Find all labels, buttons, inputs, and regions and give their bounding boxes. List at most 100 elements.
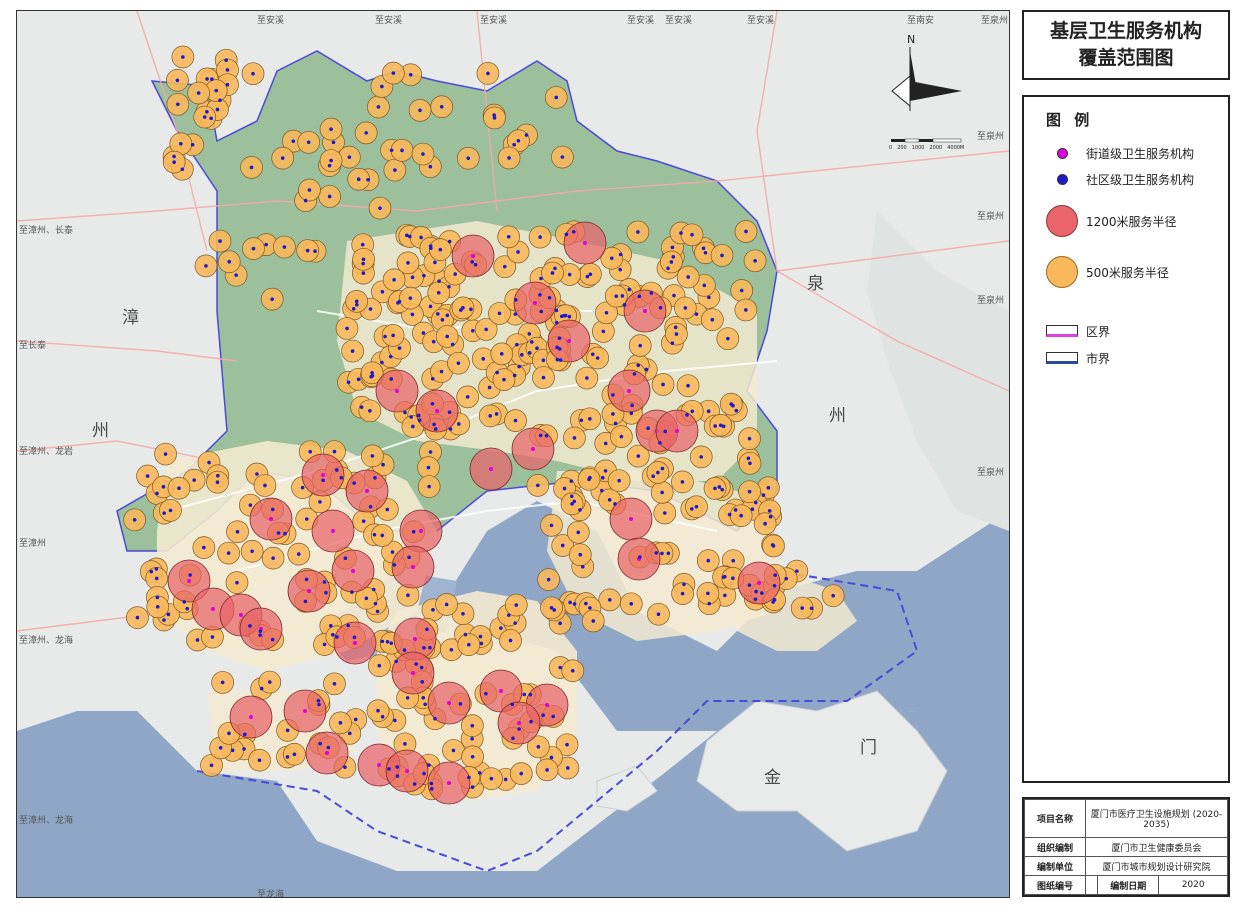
community-facility-dot — [292, 752, 297, 757]
community-facility-dot — [588, 606, 592, 610]
community-facility-dot — [155, 595, 160, 600]
community-facility-dot — [611, 412, 615, 416]
street-facility-dot — [413, 637, 417, 641]
community-facility-dot — [466, 156, 471, 161]
community-facility-dot — [607, 498, 612, 502]
community-facility-dot — [410, 312, 415, 317]
community-facility-dot — [535, 346, 539, 350]
community-facility-dot — [408, 296, 413, 300]
community-facility-dot — [380, 639, 385, 644]
community-facility-dot — [660, 551, 664, 556]
community-facility-dot — [773, 573, 777, 577]
community-facility-dot — [747, 436, 752, 441]
community-facility-dot — [763, 521, 767, 526]
legend-item-community-facility: 社区级卫生服务机构 — [1044, 159, 1194, 199]
date-value: 2020 — [1158, 875, 1228, 895]
community-facility-dot — [329, 623, 333, 628]
community-facility-dot — [380, 533, 385, 538]
legend-label: 500米服务半径 — [1086, 265, 1169, 280]
community-facility-dot — [430, 376, 435, 381]
community-facility-dot — [519, 771, 524, 776]
community-facility-dot — [445, 313, 450, 318]
community-facility-dot — [541, 375, 546, 380]
community-facility-dot — [361, 261, 365, 266]
community-facility-dot — [551, 714, 555, 719]
community-facility-dot — [591, 619, 596, 623]
community-facility-dot — [481, 357, 486, 361]
street-facility-dot — [187, 579, 191, 583]
community-facility-dot — [162, 511, 166, 515]
street-facility-dot — [471, 254, 475, 258]
community-facility-dot — [251, 246, 256, 251]
community-facility-dot — [686, 383, 690, 388]
community-facility-dot — [428, 164, 433, 169]
community-facility-dot — [516, 250, 520, 254]
community-facility-dot — [332, 449, 337, 454]
community-facility-dot — [731, 576, 735, 581]
community-facility-dot — [235, 580, 239, 585]
region-name-jin: 金 — [764, 768, 781, 788]
community-facility-dot — [270, 507, 275, 512]
community-facility-dot — [707, 295, 711, 300]
district-boundary-icon — [1046, 325, 1078, 337]
street-facility-dot — [331, 529, 335, 533]
community-facility-dot — [436, 290, 441, 295]
community-facility-dot — [419, 235, 423, 240]
community-facility-dot — [617, 478, 621, 483]
community-facility-dot — [385, 639, 390, 644]
community-facility-dot — [527, 332, 532, 336]
community-facility-dot — [317, 702, 321, 707]
community-facility-dot — [506, 234, 511, 239]
community-facility-dot — [663, 511, 667, 515]
road-label: 至安溪 — [665, 16, 693, 26]
community-facility-dot — [172, 154, 176, 159]
community-facility-dot — [449, 647, 454, 652]
community-facility-dot — [373, 601, 378, 606]
community-facility-dot — [499, 626, 503, 630]
community-facility-dot — [630, 403, 634, 408]
community-facility-dot — [538, 433, 543, 438]
community-facility-dot — [395, 765, 400, 769]
road-label: 至泉州 — [977, 296, 1005, 306]
community-facility-dot — [406, 261, 410, 265]
magenta-dot-icon — [1056, 147, 1068, 159]
community-facility-dot — [748, 461, 752, 466]
community-facility-dot — [467, 775, 471, 780]
street-facility-dot — [531, 447, 535, 451]
street-facility-dot — [325, 751, 329, 755]
street-facility-dot — [365, 489, 369, 493]
community-facility-dot — [270, 297, 274, 301]
community-facility-dot — [419, 665, 424, 670]
street-facility-dot — [627, 389, 631, 393]
community-facility-dot — [576, 530, 581, 535]
community-facility-dot — [539, 276, 543, 281]
community-facility-dot — [772, 597, 777, 602]
community-facility-dot — [670, 245, 675, 250]
community-facility-dot — [421, 331, 426, 335]
community-facility-dot — [161, 485, 166, 489]
community-facility-dot — [429, 246, 433, 251]
community-facility-dot — [771, 544, 776, 548]
community-facility-dot — [720, 487, 724, 492]
community-facility-dot — [541, 358, 546, 363]
community-facility-dot — [470, 785, 475, 789]
community-facility-dot — [721, 575, 726, 579]
map-title: 基层卫生服务机构 — [1049, 20, 1202, 42]
community-facility-dot — [637, 294, 642, 299]
community-facility-dot — [470, 328, 475, 333]
community-facility-dot — [658, 441, 662, 445]
community-facility-dot — [690, 507, 694, 511]
community-facility-dot — [590, 352, 595, 357]
community-facility-dot — [658, 306, 663, 310]
org-value: 厦门市卫生健康委员会 — [1085, 837, 1228, 857]
community-facility-dot — [800, 606, 805, 610]
community-facility-dot — [207, 460, 211, 465]
community-facility-dot — [338, 721, 343, 725]
community-facility-dot — [426, 465, 431, 470]
map-canvas[interactable]: 漳 州 泉 州 金 门 至安溪 至安溪 至安溪 至安溪 至安溪 至安溪 至南安 … — [16, 10, 1010, 898]
community-facility-dot — [368, 408, 372, 413]
community-facility-dot — [584, 601, 588, 606]
community-facility-dot — [660, 466, 665, 471]
community-facility-dot — [470, 723, 475, 728]
community-facility-dot — [690, 409, 695, 414]
